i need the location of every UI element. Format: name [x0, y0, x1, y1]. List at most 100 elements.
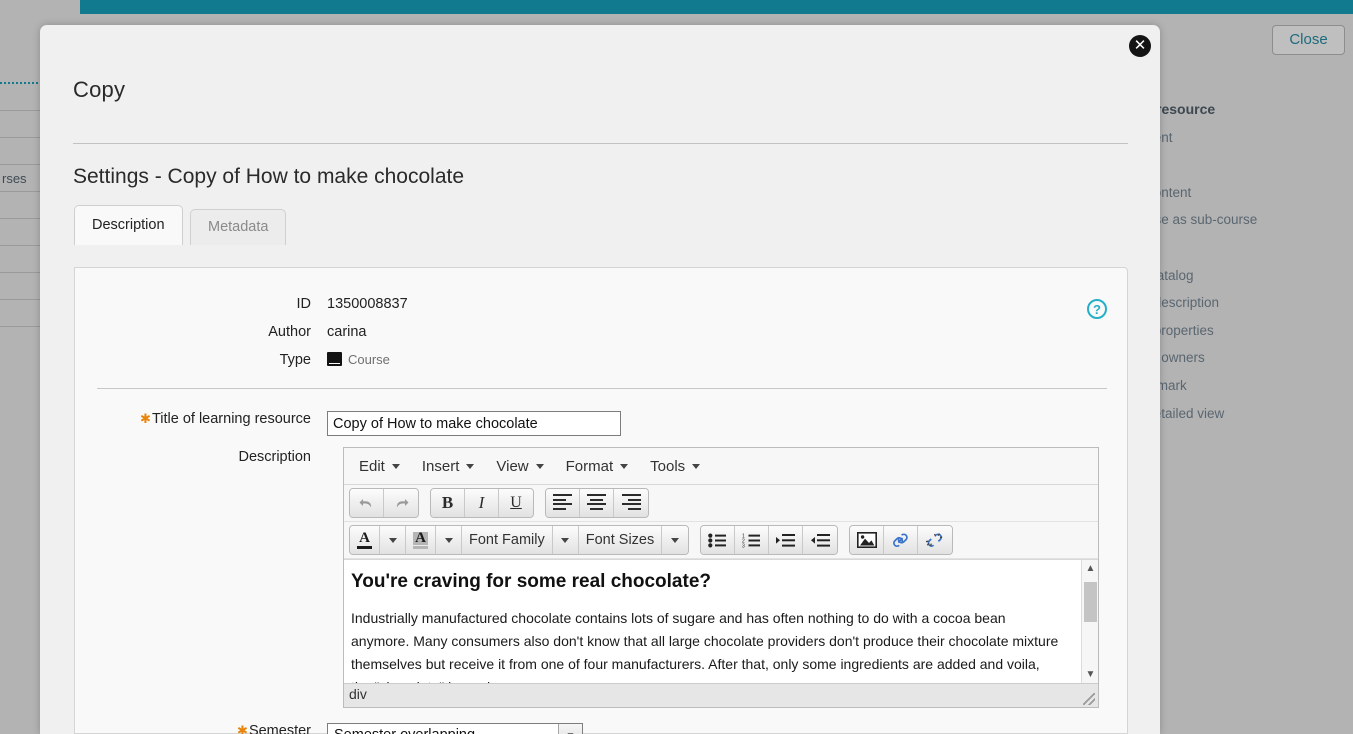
numbered-list-icon[interactable]: 1 2 3: [735, 526, 770, 554]
scroll-up-icon[interactable]: ▲: [1082, 560, 1098, 577]
underline-icon[interactable]: U: [499, 489, 533, 517]
media-link-group: [849, 525, 954, 555]
chevron-down-icon: [620, 463, 629, 469]
bold-glyph: B: [441, 493, 454, 512]
menu-item-manage-owners[interactable]: age owners: [1133, 344, 1353, 372]
menu-view-label: View: [496, 457, 529, 475]
color-and-font-group: A A Font Family Font Sizes: [349, 525, 690, 555]
image-icon[interactable]: [850, 526, 885, 554]
font-size-select[interactable]: Font Sizes: [578, 526, 663, 554]
help-icon[interactable]: ?: [1087, 299, 1107, 319]
forecolor-glyph: A: [357, 530, 372, 549]
align-left-icon[interactable]: [546, 489, 580, 517]
menu-item-detailed-view[interactable]: e detailed view: [1133, 400, 1353, 428]
field-row-type: Type Course: [97, 352, 390, 368]
menu-item-bookmark[interactable]: ookmark: [1133, 372, 1353, 400]
title-label: ✱Title of learning resource: [140, 411, 311, 427]
id-value: 1350008837: [327, 296, 408, 312]
background-close-bar: Close: [1153, 14, 1353, 60]
copy-settings-dialog: ✕ Copy Settings - Copy of How to make ch…: [40, 25, 1160, 734]
menu-item-course-as-sub-course[interactable]: ourse as sub-course: [1133, 206, 1353, 234]
menu-edit-label: Edit: [359, 457, 385, 475]
backcolor-icon[interactable]: A: [406, 526, 436, 554]
outdent-icon[interactable]: [803, 526, 838, 554]
field-row-author: Author carina: [97, 324, 366, 340]
menu-view[interactable]: View: [487, 454, 552, 479]
id-label: ID: [296, 296, 312, 312]
scrollbar-thumb[interactable]: [1084, 582, 1097, 622]
close-icon[interactable]: ✕: [1129, 35, 1151, 57]
field-row-id: ID 1350008837: [97, 296, 408, 312]
editor-statusbar: div: [344, 683, 1098, 707]
semester-select[interactable]: Semester overlapping ▼: [327, 723, 583, 734]
scroll-down-icon[interactable]: ▼: [1082, 666, 1098, 683]
italic-glyph: I: [478, 493, 485, 512]
menu-item-learning-resource[interactable]: ng resource: [1133, 96, 1353, 124]
indent-icon[interactable]: [769, 526, 804, 554]
menu-tools-label: Tools: [650, 457, 686, 475]
menu-item-import-content[interactable]: rt content: [1133, 179, 1353, 207]
editor-toolbar-row-1: B I U: [344, 485, 1098, 522]
align-left-glyph: [553, 494, 572, 512]
forecolor-icon[interactable]: A: [350, 526, 380, 554]
bold-icon[interactable]: B: [431, 489, 465, 517]
font-size-dropdown-icon[interactable]: [662, 526, 689, 554]
redo-icon[interactable]: [384, 489, 418, 517]
menu-tools[interactable]: Tools: [641, 454, 709, 479]
backcolor-dropdown-icon[interactable]: [436, 526, 462, 554]
close-button[interactable]: Close: [1272, 25, 1345, 55]
menu-item-copy[interactable]: y: [1133, 151, 1353, 179]
type-value: Course: [348, 352, 390, 367]
italic-icon[interactable]: I: [465, 489, 499, 517]
font-family-select[interactable]: Font Family: [462, 526, 553, 554]
chevron-down-icon: [466, 463, 475, 469]
menu-item-change-properties[interactable]: ge properties: [1133, 317, 1353, 345]
svg-text:3: 3: [742, 543, 745, 547]
editor-menubar: Edit Insert View Format Tools: [344, 448, 1098, 485]
description-panel: ? ID 1350008837 Author carina Type Cours…: [74, 267, 1128, 734]
alignment-button-group: [545, 488, 649, 518]
page-title: Settings - Copy of How to make chocolate: [73, 165, 465, 188]
menu-item-change-description[interactable]: ge description: [1133, 289, 1353, 317]
required-asterisk: ✱: [237, 723, 248, 734]
type-label: Type: [279, 352, 311, 368]
field-row-title: ✱Title of learning resource: [97, 411, 621, 436]
background-context-menu: ng resource ontent y rt content ourse as…: [1133, 96, 1353, 427]
menu-edit[interactable]: Edit: [350, 454, 409, 479]
dialog-title: Copy: [73, 77, 126, 102]
field-row-semester: ✱Semester Semester overlapping ▼: [97, 723, 583, 734]
element-path[interactable]: div: [349, 686, 367, 702]
editor-paragraph: Industrially manufactured chocolate cont…: [351, 610, 1059, 683]
menu-insert[interactable]: Insert: [413, 454, 484, 479]
menu-item-content[interactable]: ontent: [1133, 124, 1353, 152]
resize-handle-icon[interactable]: [1083, 693, 1095, 705]
chevron-down-icon: [692, 463, 701, 469]
tab-metadata[interactable]: Metadata: [189, 209, 287, 245]
editor-content-area[interactable]: You're craving for some real chocolate? …: [344, 559, 1098, 683]
editor-scrollbar[interactable]: ▲ ▼: [1081, 560, 1098, 683]
type-value-group: Course: [327, 352, 390, 368]
editor-document[interactable]: You're craving for some real chocolate? …: [344, 560, 1098, 683]
menu-item-delete[interactable]: te: [1133, 234, 1353, 262]
menu-format[interactable]: Format: [557, 454, 638, 479]
bullet-list-icon[interactable]: [701, 526, 736, 554]
align-right-glyph: [621, 494, 641, 512]
dialog-divider: [73, 143, 1128, 144]
link-icon[interactable]: [884, 526, 919, 554]
align-right-icon[interactable]: [614, 489, 648, 517]
semester-selected-value: Semester overlapping: [334, 727, 475, 734]
undo-icon[interactable]: [350, 489, 384, 517]
align-center-icon[interactable]: [580, 489, 614, 517]
unlink-icon[interactable]: [918, 526, 953, 554]
title-input[interactable]: [327, 411, 621, 436]
align-center-glyph: [587, 494, 606, 512]
font-family-dropdown-icon[interactable]: [552, 526, 579, 554]
chevron-down-icon: [391, 463, 400, 469]
tab-description[interactable]: Description: [74, 205, 183, 245]
forecolor-dropdown-icon[interactable]: [380, 526, 406, 554]
course-book-icon: [327, 352, 342, 366]
chevron-down-icon[interactable]: ▼: [558, 724, 582, 734]
rich-text-editor: Edit Insert View Format Tools B I U A A …: [343, 447, 1099, 708]
menu-item-to-catalog[interactable]: to catalog: [1133, 262, 1353, 290]
description-label: Description: [238, 449, 311, 465]
